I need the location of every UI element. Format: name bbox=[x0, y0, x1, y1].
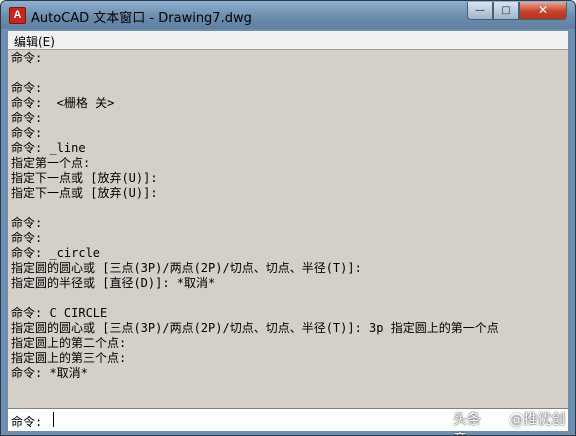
history-line: 命令: *取消* bbox=[11, 366, 88, 380]
text-window: A AutoCAD 文本窗口 - Drawing7.dwg — □ ✕ 编辑(E… bbox=[0, 0, 576, 436]
history-line: 命令: C CIRCLE bbox=[11, 306, 108, 320]
maximize-button[interactable]: □ bbox=[493, 2, 519, 20]
minimize-button[interactable]: — bbox=[467, 2, 493, 20]
watermark-left-text: 头条 bbox=[453, 412, 481, 428]
history-line: 命令: bbox=[11, 111, 43, 125]
autocad-app-icon[interactable]: A bbox=[9, 7, 26, 24]
history-line: 指定圆的圆心或 [三点(3P)/两点(2P)/切点、切点、半径(T)]: 3p … bbox=[11, 321, 499, 335]
history-line: 命令: bbox=[11, 126, 43, 140]
history-line: 命令: bbox=[11, 231, 43, 245]
command-line[interactable]: 命令: 头条 @推优创意 bbox=[8, 408, 568, 435]
menu-bar: 编辑(E) bbox=[8, 31, 568, 50]
watermark-logo-icon bbox=[509, 413, 524, 428]
title-bar[interactable]: A AutoCAD 文本窗口 - Drawing7.dwg — □ ✕ bbox=[1, 1, 575, 29]
history-line: 命令: bbox=[11, 51, 43, 65]
history-line: 命令: bbox=[11, 216, 43, 230]
history-line: 指定圆的圆心或 [三点(3P)/两点(2P)/切点、切点、半径(T)]: bbox=[11, 261, 362, 275]
maximize-icon: □ bbox=[501, 5, 511, 16]
history-line: 命令: bbox=[11, 81, 43, 95]
history-line: 命令: _line bbox=[11, 141, 86, 155]
history-line: 指定第一个点: bbox=[11, 156, 91, 170]
history-line: 指定圆上的第三个点: bbox=[11, 351, 127, 365]
history-line: 命令: _circle bbox=[11, 246, 101, 260]
window-client-area: 编辑(E) 命令: 命令: 命令: <栅格 关> 命令: 命令: 命令: _line 指定第… bbox=[8, 31, 568, 435]
minimize-icon: — bbox=[475, 5, 485, 16]
text-caret bbox=[53, 412, 54, 427]
command-prompt-label: 命令: bbox=[11, 415, 43, 429]
command-input[interactable] bbox=[52, 411, 432, 427]
window-title: AutoCAD 文本窗口 - Drawing7.dwg bbox=[31, 11, 252, 26]
close-icon: ✕ bbox=[537, 3, 549, 17]
history-line: 指定圆上的第二个点: bbox=[11, 336, 127, 350]
history-line: 指定下一点或 [放弃(U)]: bbox=[11, 171, 158, 185]
close-button[interactable]: ✕ bbox=[519, 2, 567, 20]
watermark: 头条 @推优创意 bbox=[453, 410, 568, 435]
history-line: 指定圆的半径或 [直径(D)]: *取消* bbox=[11, 276, 216, 290]
command-history[interactable]: 命令: 命令: 命令: <栅格 关> 命令: 命令: 命令: _line 指定第一个点: 指定… bbox=[8, 51, 568, 406]
menu-edit[interactable]: 编辑(E) bbox=[14, 33, 55, 50]
history-line: 命令: <栅格 关> bbox=[11, 96, 115, 110]
history-line: 指定下一点或 [放弃(U)]: bbox=[11, 186, 158, 200]
